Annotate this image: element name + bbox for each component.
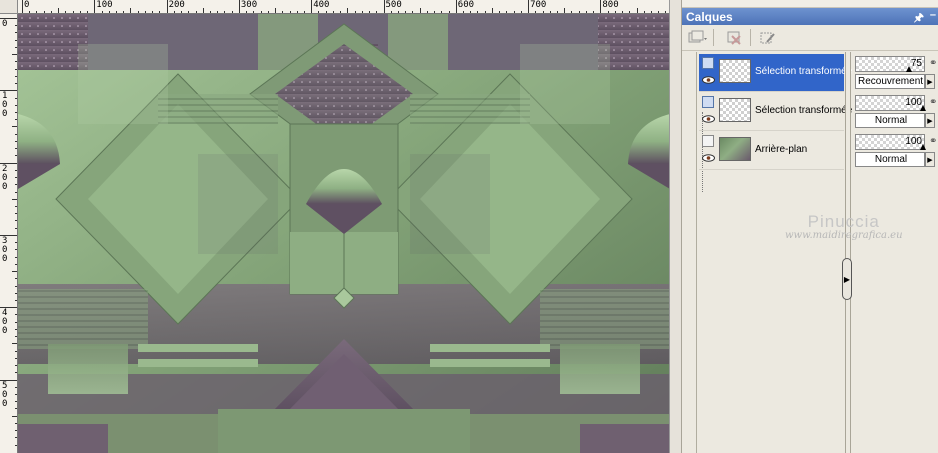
ruler-label: 400	[313, 0, 330, 10]
layer-thumbnail	[719, 98, 751, 122]
background-layer-icon	[702, 135, 714, 147]
layer-thumbnail	[719, 137, 751, 161]
layer-row-2[interactable]: Arrière-plan	[699, 132, 844, 170]
ruler-label: 100	[96, 0, 113, 10]
ruler-tick	[600, 0, 602, 13]
ruler-tick	[94, 0, 96, 13]
ruler-label: 2 0 0	[2, 163, 8, 192]
chevron-right-icon: ▶	[843, 274, 851, 284]
ruler-tick	[166, 0, 168, 13]
canvas-scroll-edge	[669, 0, 681, 453]
delete-layer-button[interactable]	[724, 28, 746, 47]
panel-splitter[interactable]	[845, 52, 851, 453]
new-layer-icon	[688, 30, 707, 42]
opacity-caret[interactable]	[920, 144, 926, 150]
eye-icon[interactable]	[702, 154, 715, 162]
ruler-tick	[22, 0, 23, 13]
panel-title: Calques	[686, 10, 733, 24]
blend-dropdown-arrow[interactable]: ▶	[925, 152, 935, 167]
vertical-ruler: 0 1 0 0 2 0 0 3 0 0 4 0 0 5 0 0	[0, 14, 18, 453]
ruler-label: 600	[457, 0, 475, 10]
ruler-corner	[0, 0, 18, 14]
image-canvas[interactable]	[18, 14, 670, 453]
edit-selection-button[interactable]	[757, 28, 779, 47]
link-icon[interactable]: ⚭	[929, 136, 938, 148]
ruler-tick	[238, 0, 240, 13]
blend-dropdown-arrow[interactable]: ▶	[925, 113, 935, 128]
raster-layer-icon	[702, 96, 714, 108]
link-icon[interactable]: ⚭	[929, 97, 938, 109]
ruler-label: 4 0 0	[2, 308, 8, 337]
ruler-label: 5 0 0	[2, 380, 8, 409]
horizontal-ruler: 0 100 200 300 400 500 600 700 800	[18, 0, 670, 14]
layer-name: Sélection transformée	[755, 105, 853, 116]
opacity-slider[interactable]: 75	[855, 56, 925, 72]
ruler-label: 0	[24, 0, 30, 10]
opacity-value: 75	[910, 58, 922, 69]
ruler-label: 700	[530, 0, 547, 10]
ruler-tick	[311, 0, 313, 13]
layer-0-properties: 75 Recouvrement ▶ ⚭	[855, 56, 938, 92]
splitter-handle[interactable]: ▶	[842, 258, 852, 300]
opacity-caret[interactable]	[906, 66, 912, 72]
ruler-tick	[528, 0, 530, 13]
link-icon[interactable]: ⚭	[929, 58, 938, 70]
layer-thumbnail	[719, 59, 751, 83]
layer-name: Sélection transformée	[755, 66, 853, 77]
layer-1-properties: 100 Normal ▶ ⚭	[855, 95, 938, 131]
ruler-label: 0	[2, 19, 8, 29]
layer-2-properties: 100 Normal ▶ ⚭	[855, 134, 938, 170]
eye-icon[interactable]	[702, 76, 715, 84]
ruler-label: 1 0 0	[2, 91, 8, 120]
opacity-caret[interactable]	[920, 105, 926, 111]
ruler-label: 3 0 0	[2, 235, 8, 264]
ruler-tick	[383, 0, 385, 13]
app-window: 0 100 200 300 400 500 600 700 800 0 1 0 0 2 0 0 3 0…	[0, 0, 938, 453]
blend-mode-select[interactable]: Recouvrement	[855, 74, 925, 89]
delete-layer-icon	[727, 31, 741, 45]
new-layer-button[interactable]	[687, 28, 709, 47]
blend-dropdown-arrow[interactable]: ▶	[925, 74, 935, 89]
opacity-slider[interactable]: 100	[855, 134, 926, 150]
panel-title-bar: Calques 🖈 –	[682, 8, 938, 25]
eye-icon[interactable]	[702, 115, 715, 123]
ruler-label: 200	[168, 0, 185, 10]
layer-name: Arrière-plan	[755, 144, 808, 155]
ruler-label: 300	[240, 0, 258, 10]
raster-layer-icon	[702, 57, 714, 69]
blend-mode-select[interactable]: Normal	[855, 113, 925, 128]
layer-row-1[interactable]: Sélection transformée	[699, 93, 852, 131]
layer-row-0[interactable]: Sélection transformée	[699, 54, 852, 92]
ruler-tick	[455, 0, 457, 13]
edit-selection-icon	[760, 32, 775, 43]
layers-panel: Calques 🖈 – Sélection transformée Sélect…	[681, 0, 938, 453]
ruler-label: 500	[385, 0, 402, 10]
layers-toolbar	[682, 25, 938, 51]
blend-mode-select[interactable]: Normal	[855, 152, 925, 167]
panel-top-strip	[682, 0, 938, 8]
layer-properties: 75 Recouvrement ▶ ⚭ 100 Normal ▶ ⚭ 100 N…	[852, 52, 938, 453]
artwork	[18, 14, 670, 453]
layers-list: Sélection transformée Sélection transfor…	[696, 52, 852, 453]
ruler-label: 800	[602, 0, 619, 10]
opacity-slider[interactable]: 100	[855, 95, 926, 111]
